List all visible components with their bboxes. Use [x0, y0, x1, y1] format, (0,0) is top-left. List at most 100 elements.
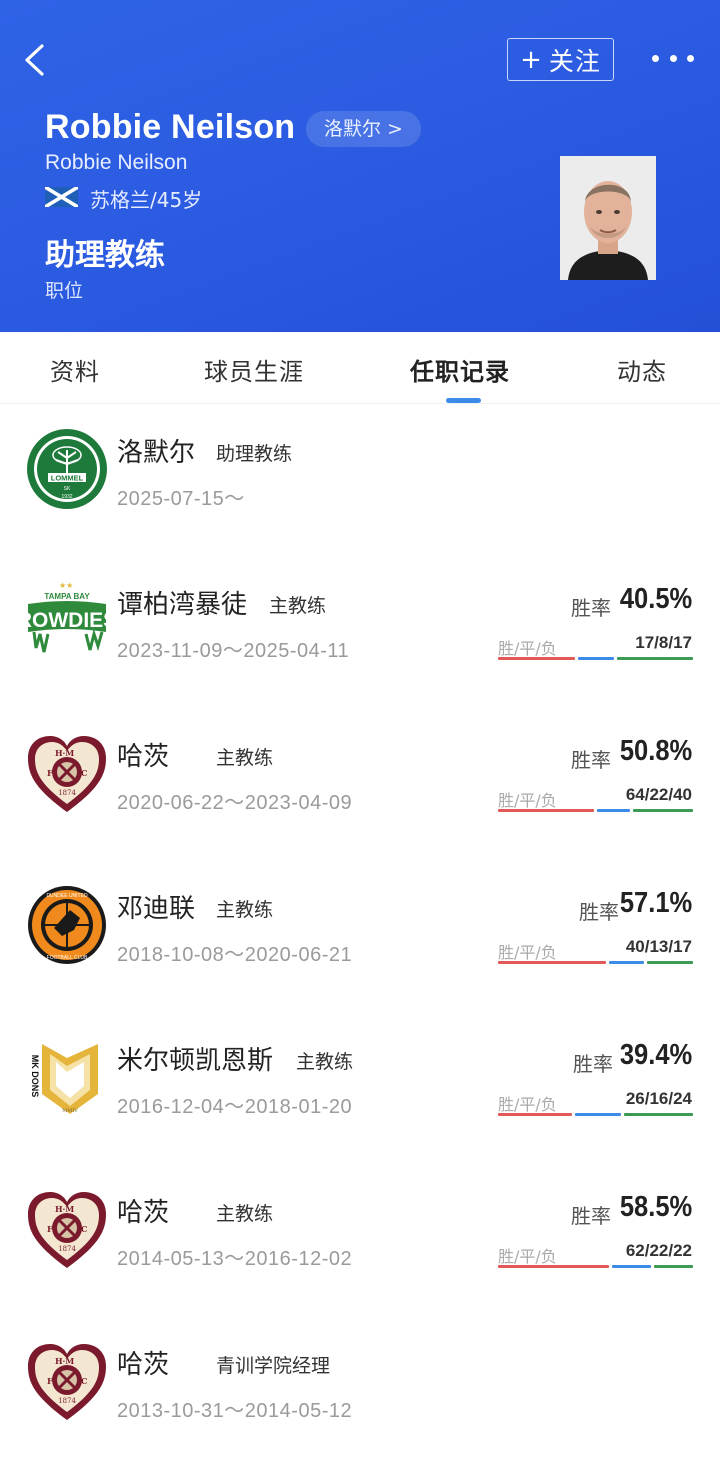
draw-segment: [611, 1265, 651, 1268]
svg-text:MMIV: MMIV: [62, 1108, 78, 1114]
win-rate-label: 胜率: [571, 1204, 611, 1228]
draw-segment: [577, 657, 614, 660]
wdl-value: 26/16/24: [625, 1089, 692, 1108]
loss-segment: [624, 1113, 693, 1116]
svg-text:SK: SK: [64, 486, 71, 492]
record-item[interactable]: MK DONS MMIV 米尔顿凯恩斯 主教练 2016-12-04～2018-…: [0, 1012, 720, 1164]
wdl-label: 胜/平/负: [498, 1095, 557, 1114]
wdl-label: 胜/平/负: [498, 791, 557, 810]
win-segment: [498, 961, 606, 964]
svg-text:1874: 1874: [58, 789, 76, 797]
win-rate-label: 胜率: [571, 748, 611, 772]
wdl-label: 胜/平/负: [498, 639, 557, 658]
club-name: 哈茨: [117, 1198, 170, 1228]
current-team-link[interactable]: 洛默尔 >: [306, 111, 421, 147]
wdl-value: 62/22/22: [625, 1241, 692, 1260]
coach-name-english: Robbie Neilson: [45, 151, 188, 174]
record-item[interactable]: H·M F C 1874 哈茨 青训学院经理 2013-10-31～2014-0…: [0, 1316, 720, 1467]
avatar: [560, 156, 656, 280]
loss-segment: [653, 1265, 693, 1268]
wdl-bar: [498, 1113, 693, 1116]
hearts-logo: H·M F C 1874: [28, 736, 106, 812]
active-tab-indicator: [446, 398, 481, 403]
role-caption: 职位: [45, 280, 84, 302]
svg-text:1874: 1874: [58, 1397, 76, 1405]
tenure-dates: 2014-05-13～2016-12-02: [117, 1248, 353, 1270]
svg-text:H·M: H·M: [55, 1356, 74, 1366]
club-name: 哈茨: [117, 742, 170, 772]
plus-icon: +: [520, 44, 543, 75]
tenure-dates: 2023-11-09～2025-04-11: [117, 640, 350, 662]
coach-role: 助理教练: [45, 238, 165, 273]
win-segment: [498, 1265, 609, 1268]
loss-segment: [616, 657, 693, 660]
position-title: 主教练: [296, 1051, 354, 1073]
position-title: 主教练: [216, 1203, 274, 1225]
club-name: 邓迪联: [117, 894, 196, 924]
club-name: 米尔顿凯恩斯: [117, 1046, 274, 1076]
svg-text:F: F: [47, 1376, 53, 1386]
back-button[interactable]: [18, 40, 58, 80]
tenure-dates: 2025-07-15～: [117, 488, 245, 510]
loss-segment: [647, 961, 693, 964]
more-options-icon[interactable]: [652, 42, 694, 74]
draw-segment: [609, 961, 645, 964]
tenure-dates: 2020-06-22～2023-04-09: [117, 792, 353, 814]
win-rate-value: 39.4%: [619, 1039, 692, 1071]
tab-bar: 资料 球员生涯 任职记录 动态: [0, 332, 720, 404]
chevron-left-icon: [25, 44, 44, 76]
loss-segment: [633, 809, 693, 812]
tab-player-career[interactable]: 球员生涯: [204, 352, 304, 387]
svg-text:MK DONS: MK DONS: [30, 1055, 40, 1098]
svg-text:1932: 1932: [61, 494, 72, 500]
svg-text:DUNDEE UNITED: DUNDEE UNITED: [46, 893, 88, 899]
hearts-logo: H·M F C 1874: [28, 1344, 106, 1420]
record-item[interactable]: H·M F C 1874 哈茨 主教练 2014-05-13～2016-12-0…: [0, 1164, 720, 1316]
draw-segment: [597, 809, 630, 812]
win-rate-value: 57.1%: [619, 887, 692, 919]
record-item[interactable]: ★★ TAMPA BAY ROWDIES 谭柏湾暴徒 主教练 2023-11-0…: [0, 556, 720, 708]
draw-segment: [575, 1113, 622, 1116]
svg-text:C: C: [81, 1224, 87, 1234]
wdl-bar: [498, 961, 693, 964]
svg-text:LOMMEL: LOMMEL: [51, 474, 84, 483]
win-rate-label: 胜率: [571, 596, 611, 620]
club-name: 哈茨: [117, 1350, 170, 1380]
mk-dons-logo: MK DONS MMIV: [30, 1044, 98, 1114]
svg-text:F: F: [47, 1224, 53, 1234]
wdl-label: 胜/平/负: [498, 1247, 557, 1266]
wdl-label: 胜/平/负: [498, 943, 557, 962]
svg-text:H·M: H·M: [55, 748, 74, 758]
win-segment: [498, 1113, 573, 1116]
club-name: 洛默尔: [117, 438, 196, 468]
record-item[interactable]: H·M F C 1874 哈茨 主教练 2020-06-22～2023-04-0…: [0, 708, 720, 860]
svg-text:★★: ★★: [59, 581, 73, 590]
tampa-bay-rowdies-logo: ★★ TAMPA BAY ROWDIES: [26, 581, 108, 653]
position-title: 主教练: [269, 595, 327, 617]
follow-button[interactable]: + 关注: [507, 38, 614, 81]
wdl-bar: [498, 1265, 693, 1268]
hearts-logo: H·M F C 1874: [28, 1192, 106, 1268]
wdl-bar: [498, 809, 693, 812]
svg-text:TAMPA BAY: TAMPA BAY: [44, 592, 90, 601]
record-item[interactable]: LOMMEL SK 1932 洛默尔 助理教练 2025-07-15～: [0, 404, 720, 556]
coach-name: Robbie Neilson: [45, 108, 296, 146]
nationality-age: 苏格兰/45岁: [90, 188, 203, 212]
win-segment: [498, 809, 594, 812]
position-title: 助理教练: [216, 443, 293, 465]
record-item[interactable]: DUNDEE UNITED FOOTBALL CLUB 邓迪联 主教练 2018…: [0, 860, 720, 1012]
svg-text:1874: 1874: [58, 1245, 76, 1253]
tab-news[interactable]: 动态: [617, 352, 667, 387]
wdl-bar: [498, 657, 693, 660]
tab-coaching-record[interactable]: 任职记录: [410, 352, 510, 387]
win-rate-label: 胜率: [579, 900, 619, 924]
tenure-dates: 2016-12-04～2018-01-20: [117, 1096, 353, 1118]
position-title: 主教练: [216, 899, 274, 921]
svg-text:H·M: H·M: [55, 1204, 74, 1214]
club-name: 谭柏湾暴徒: [117, 590, 248, 620]
tab-profile[interactable]: 资料: [50, 352, 100, 387]
follow-label: 关注: [548, 46, 601, 76]
svg-text:C: C: [81, 768, 87, 778]
win-rate-value: 40.5%: [619, 583, 692, 615]
svg-text:F: F: [47, 768, 53, 778]
